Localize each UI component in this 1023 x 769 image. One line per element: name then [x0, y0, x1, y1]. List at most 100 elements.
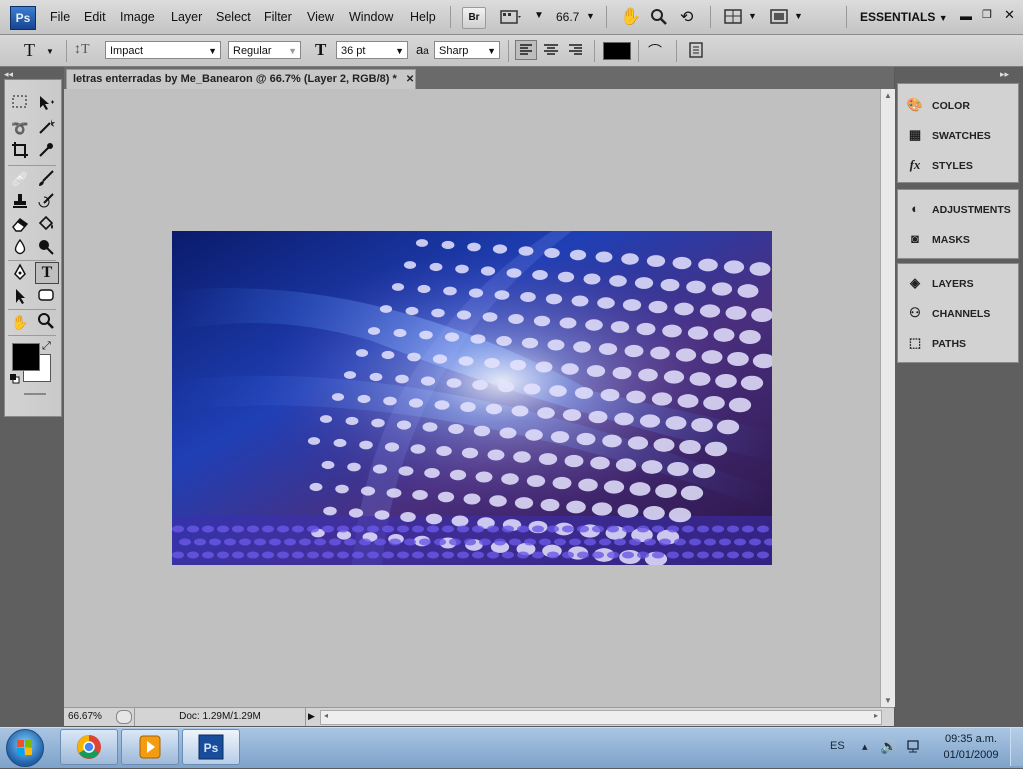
expand-panels-icon[interactable]: ▸▸	[1000, 69, 1009, 80]
dodge-tool-icon[interactable]	[35, 238, 57, 258]
quick-mask-icon[interactable]	[24, 393, 46, 395]
rectangle-tool-icon[interactable]	[35, 287, 57, 307]
restore-icon[interactable]: ❐	[982, 8, 992, 21]
default-colors-icon[interactable]	[10, 373, 20, 387]
text-color-swatch[interactable]	[603, 42, 631, 60]
align-center-button[interactable]	[541, 41, 561, 62]
swap-colors-icon[interactable]: ⤢	[42, 340, 51, 353]
paint-bucket-tool-icon[interactable]	[35, 215, 57, 235]
view-extras-icon[interactable]: ▼	[534, 10, 544, 21]
panel-channels[interactable]: ⚇ CHANNELS	[906, 303, 990, 323]
document-tab[interactable]: letras enterradas by Me_Banearon @ 66.7%…	[66, 69, 416, 89]
language-indicator[interactable]: ES	[830, 740, 845, 752]
pen-tool-icon[interactable]	[9, 263, 31, 283]
move-tool-icon[interactable]	[35, 94, 57, 114]
character-panel-icon[interactable]	[688, 42, 704, 61]
anti-alias-select[interactable]: Sharp ▼	[434, 41, 500, 59]
taskbar-photoshop[interactable]: Ps	[182, 729, 240, 765]
floor-dot	[404, 538, 416, 546]
hand-tool-icon[interactable]: ✋	[620, 7, 641, 27]
magic-wand-tool-icon[interactable]	[35, 118, 57, 138]
layers-stack-icon: ◈	[910, 275, 920, 290]
scroll-right-icon[interactable]: ▸	[874, 711, 878, 720]
crop-tool-icon[interactable]	[9, 141, 31, 161]
font-size-select[interactable]: 36 pt ▼	[336, 41, 408, 59]
zoom-tool-icon[interactable]	[35, 312, 57, 332]
zoom-dropdown-icon[interactable]: ▼	[586, 11, 595, 21]
arrange-documents-icon[interactable]	[724, 9, 742, 28]
panel-layers[interactable]: ◈ LAYERS	[906, 273, 974, 293]
rectangular-marquee-tool-icon[interactable]	[9, 94, 31, 114]
screen-mode-dropdown-icon[interactable]: ▼	[794, 11, 803, 21]
rotate-view-icon[interactable]: ⟲	[680, 7, 693, 27]
history-brush-tool-icon[interactable]	[35, 192, 57, 212]
tool-preset-dropdown-icon[interactable]: ▼	[46, 47, 54, 56]
font-style-select[interactable]: Regular ▼	[228, 41, 301, 59]
document-image[interactable]	[172, 231, 772, 565]
screen-mode-button-icon[interactable]	[770, 9, 788, 28]
scroll-down-icon[interactable]: ▼	[884, 696, 892, 705]
hand-tool-icon[interactable]: ✋	[9, 312, 31, 332]
start-button[interactable]	[6, 729, 44, 767]
menu-file[interactable]: File	[50, 10, 70, 24]
path-selection-tool-icon[interactable]	[9, 287, 31, 307]
halftone-dot	[576, 432, 596, 446]
halftone-dot	[335, 484, 349, 494]
menu-select[interactable]: Select	[216, 10, 251, 24]
arrange-dropdown-icon[interactable]: ▼	[748, 11, 757, 21]
blur-tool-icon[interactable]	[9, 238, 31, 258]
font-family-select[interactable]: Impact ▼	[105, 41, 221, 59]
align-left-button[interactable]	[515, 40, 537, 60]
clone-stamp-tool-icon[interactable]	[9, 192, 31, 212]
photoshop-logo[interactable]: Ps	[10, 6, 36, 30]
brush-tool-icon[interactable]	[35, 169, 57, 189]
close-icon[interactable]: ✕	[1004, 7, 1015, 23]
scroll-up-icon[interactable]: ▲	[884, 91, 892, 100]
screen-mode-icon[interactable]	[500, 9, 521, 25]
warp-text-icon[interactable]: ⌒	[648, 41, 662, 61]
menu-filter[interactable]: Filter	[264, 10, 292, 24]
network-icon[interactable]	[906, 738, 922, 757]
minimize-icon[interactable]: ▬	[960, 9, 972, 23]
zoom-status[interactable]: 66.67%	[68, 711, 102, 722]
tray-expand-icon[interactable]: ▴	[862, 740, 868, 753]
menu-edit[interactable]: Edit	[84, 10, 106, 24]
taskbar-media-player[interactable]	[121, 729, 179, 765]
scroll-left-icon[interactable]: ◂	[324, 711, 328, 720]
panel-paths[interactable]: ⬚ PATHS	[906, 333, 966, 353]
zoom-level[interactable]: 66.7	[556, 10, 579, 24]
volume-icon[interactable]: 🔊	[880, 738, 897, 755]
panel-adjustments[interactable]: ◐ ADJUSTMENTS	[906, 199, 1011, 219]
horizontal-scrollbar[interactable]: ◂ ▸	[320, 710, 882, 725]
close-tab-icon[interactable]: ✕	[406, 74, 414, 85]
workspace-switcher[interactable]: ESSENTIALS ▼	[860, 10, 948, 24]
menu-image[interactable]: Image	[120, 10, 155, 24]
doc-info[interactable]: Doc: 1.29M/1.29M	[134, 708, 306, 726]
foreground-color-swatch[interactable]	[12, 343, 40, 371]
zoom-tool-icon[interactable]	[650, 8, 668, 29]
menu-layer[interactable]: Layer	[171, 10, 202, 24]
lasso-tool-icon[interactable]: ➰	[9, 118, 31, 138]
taskbar-chrome[interactable]	[60, 729, 118, 765]
eraser-tool-icon[interactable]	[9, 215, 31, 235]
menu-window[interactable]: Window	[349, 10, 393, 24]
spot-healing-brush-tool-icon[interactable]: 🩹	[9, 169, 31, 189]
align-right-button[interactable]	[566, 41, 586, 62]
type-tool-icon[interactable]: T	[35, 262, 59, 284]
vertical-scrollbar[interactable]: ▲ ▼	[880, 89, 895, 707]
clock-time[interactable]: 09:35 a.m.	[938, 733, 1004, 745]
text-orientation-icon[interactable]: ↕T	[74, 42, 90, 58]
status-menu-arrow-icon[interactable]: ▶	[308, 711, 315, 722]
clock-date[interactable]: 01/01/2009	[938, 749, 1004, 761]
status-icon[interactable]	[116, 710, 132, 724]
bridge-button[interactable]: Br	[462, 7, 486, 29]
menu-view[interactable]: View	[307, 10, 334, 24]
panel-masks[interactable]: ◙ MASKS	[906, 229, 970, 249]
eyedropper-tool-icon[interactable]	[35, 141, 57, 161]
panel-color[interactable]: 🎨 COLOR	[906, 95, 970, 115]
panel-swatches[interactable]: ▦ SWATCHES	[906, 125, 991, 145]
panel-styles[interactable]: fx STYLES	[906, 155, 973, 175]
type-tool-preset-icon[interactable]: T	[24, 40, 35, 61]
menu-help[interactable]: Help	[410, 10, 436, 24]
show-desktop-button[interactable]	[1010, 728, 1023, 766]
